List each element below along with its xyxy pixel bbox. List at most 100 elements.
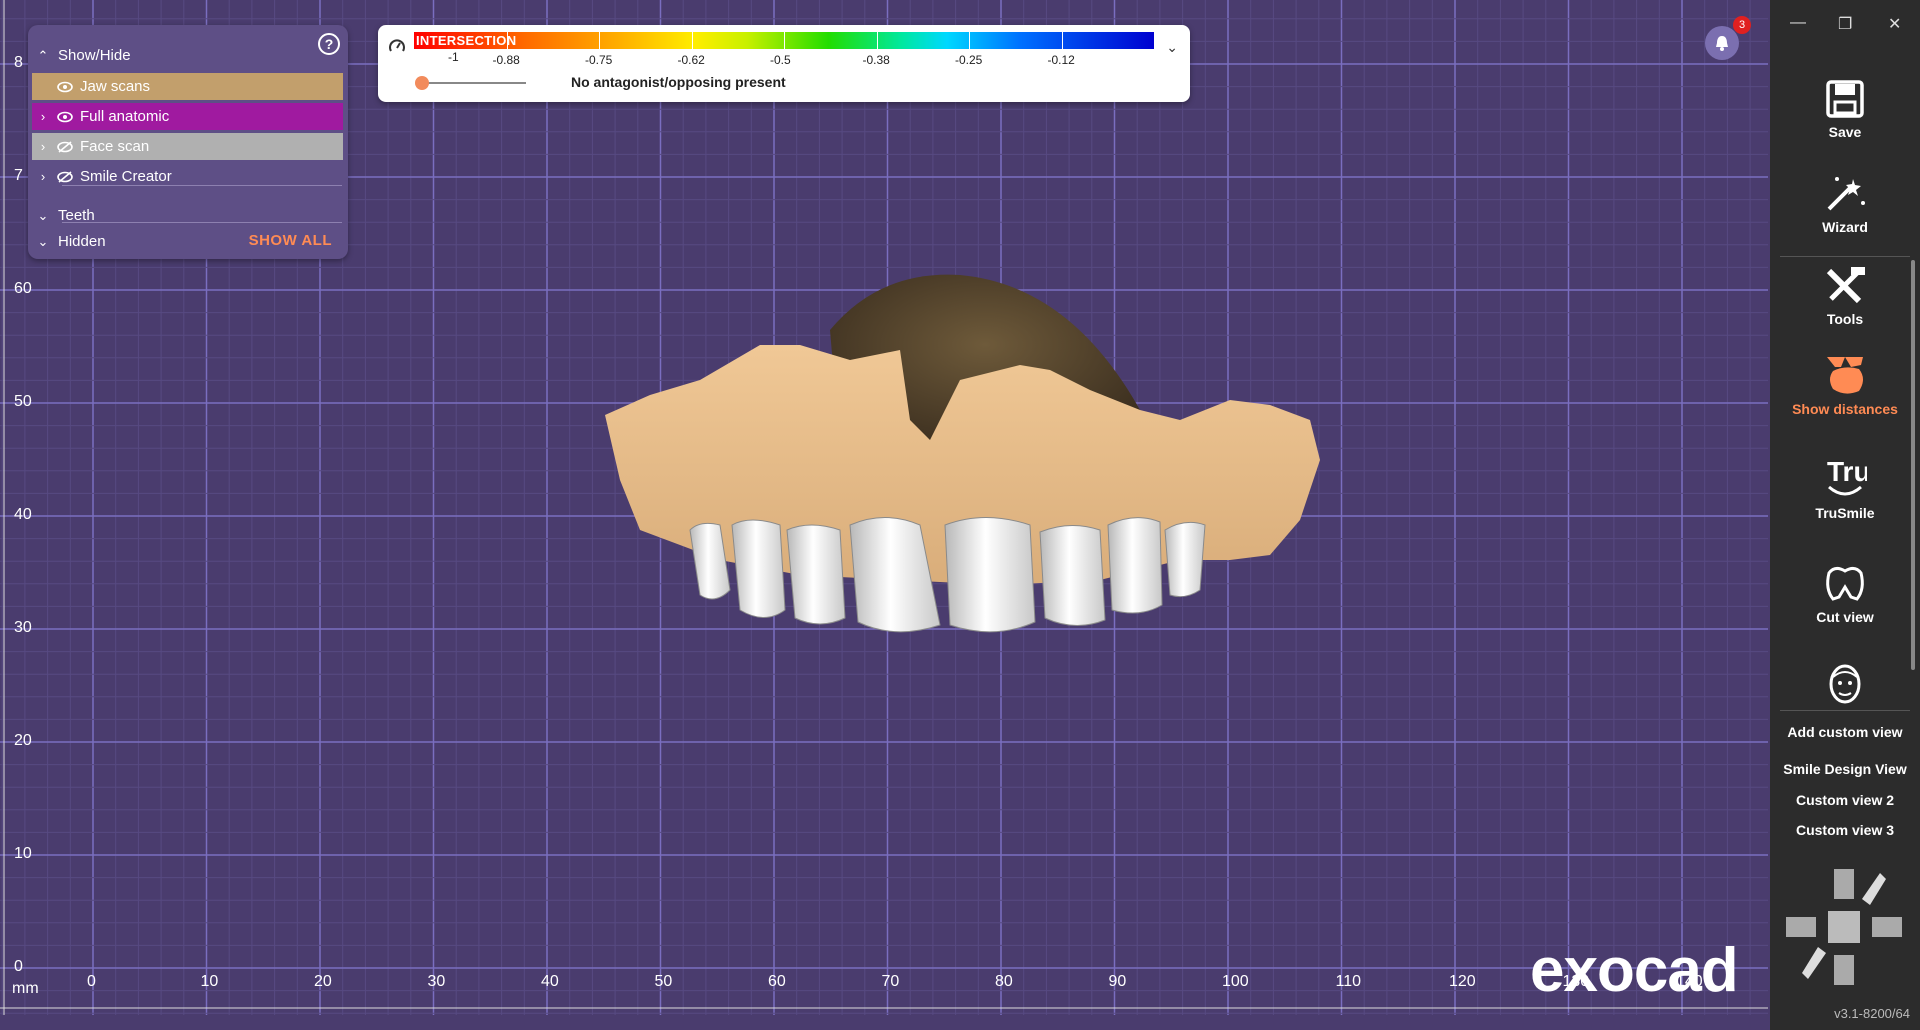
chevron-right-icon[interactable]: › [32, 139, 54, 154]
show-distances-button[interactable]: Show distances [1770, 355, 1920, 417]
layer-full-anatomic[interactable]: › Full anatomic [32, 103, 343, 130]
x-tick-label: 100 [1222, 973, 1249, 990]
layer-jaw-scans[interactable]: Jaw scans [32, 73, 343, 100]
exocad-logo: exocad [1530, 936, 1739, 1005]
scale-tick-label: -0.12 [1047, 53, 1075, 67]
chevron-down-icon[interactable]: ⌄ [1166, 39, 1178, 56]
right-sidebar: — ❐ ✕ Save Wizard Tools Show distances T… [1770, 0, 1920, 1030]
chevron-right-icon[interactable]: › [32, 109, 54, 124]
restore-icon[interactable]: ❐ [1838, 14, 1852, 34]
color-scale-bar [414, 32, 1154, 49]
x-tick-label: 30 [427, 973, 446, 990]
show-all-button[interactable]: SHOW ALL [249, 232, 332, 249]
scale-tick [876, 32, 878, 49]
x-tick-label: 0 [87, 973, 96, 990]
x-tick-label: 20 [314, 973, 332, 990]
notifications-button[interactable] [1705, 26, 1739, 60]
view-front-icon[interactable] [1828, 911, 1860, 943]
add-custom-view-button[interactable] [1770, 663, 1920, 711]
tool-label: Tools [1826, 311, 1864, 327]
show-distances-icon [1827, 357, 1863, 394]
y-tick-label: 8 [14, 54, 23, 71]
layer-face-scan[interactable]: › Face scan [32, 133, 343, 160]
y-tick-label: 0 [14, 958, 23, 975]
gauge-icon[interactable] [388, 38, 406, 61]
notification-badge: 3 [1733, 16, 1751, 34]
cut-view-icon [1826, 566, 1864, 601]
scale-tick-label: -0.5 [770, 53, 791, 67]
scale-tick-label: -0.25 [955, 53, 983, 67]
view-custom-2[interactable]: Custom view 2 [1770, 792, 1920, 808]
wizard-icon [1827, 177, 1865, 211]
eye-off-icon[interactable] [54, 140, 76, 153]
threshold-slider-track[interactable] [423, 82, 526, 84]
eye-icon[interactable] [54, 81, 76, 93]
trusmile-button[interactable]: Tru TruSmile [1770, 457, 1920, 521]
view-left-icon[interactable] [1786, 917, 1816, 937]
view-custom-3[interactable]: Custom view 3 [1770, 822, 1920, 838]
tool-label: Cut view [1816, 609, 1874, 625]
y-tick-label: 40 [14, 506, 32, 523]
scale-tick [1061, 32, 1063, 49]
divider [62, 222, 342, 223]
x-tick-label: 120 [1449, 973, 1476, 990]
close-icon[interactable]: ✕ [1888, 14, 1901, 34]
view-corner-icon[interactable] [1862, 873, 1886, 905]
show-hide-header[interactable]: ⌃ Show/Hide [32, 42, 343, 69]
layer-label: Face scan [80, 138, 150, 155]
x-tick-label: 90 [1108, 973, 1127, 990]
divider [62, 185, 342, 186]
cut-view-button[interactable]: Cut view [1770, 563, 1920, 625]
intersection-label: INTERSECTION [416, 33, 517, 48]
chevron-down-icon: ⌄ [37, 233, 49, 249]
version-label: v3.1-8200/64 [1834, 1006, 1910, 1021]
eye-icon[interactable] [54, 111, 76, 123]
y-tick-label: 50 [14, 393, 32, 410]
x-tick-label: 50 [654, 973, 673, 990]
show-hide-panel: ⌃ Show/Hide ? Jaw scans › Full anatomic … [28, 25, 348, 259]
bottom-strip [0, 1015, 1920, 1030]
unit-label: mm [12, 980, 39, 997]
sidebar-scrollbar[interactable] [1911, 260, 1915, 670]
y-tick-label: 20 [14, 732, 32, 749]
view-smile-design[interactable]: Smile Design View [1770, 761, 1920, 777]
save-icon [1826, 80, 1864, 118]
y-tick-label: 30 [14, 619, 32, 636]
tool-label: Wizard [1822, 219, 1868, 235]
tool-label: TruSmile [1815, 505, 1875, 521]
x-tick-label: 70 [881, 973, 900, 990]
view-corner-icon[interactable] [1802, 947, 1826, 979]
view-orientation-cube[interactable] [1782, 865, 1907, 990]
tool-label: Show distances [1792, 401, 1898, 417]
x-tick-label: 40 [541, 973, 559, 990]
save-button[interactable]: Save [1770, 80, 1920, 140]
view-bottom-icon[interactable] [1834, 955, 1854, 985]
wizard-button[interactable]: Wizard [1770, 173, 1920, 235]
face-icon [1829, 664, 1861, 704]
minimize-icon[interactable]: — [1790, 14, 1806, 32]
scale-tick-label: -1 [448, 50, 459, 64]
tools-icon [1826, 267, 1865, 304]
threshold-slider-handle[interactable] [415, 76, 429, 90]
svg-text:Tru: Tru [1827, 457, 1867, 487]
window-controls: — ❐ ✕ [1770, 0, 1920, 50]
show-hide-title: Show/Hide [58, 47, 131, 64]
scale-tick-label: -0.88 [492, 53, 520, 67]
chevron-up-icon: ⌃ [37, 47, 49, 63]
teeth-row [689, 517, 1206, 633]
y-tick-label: 10 [14, 845, 32, 862]
x-tick-label: 110 [1335, 973, 1362, 990]
eye-off-icon[interactable] [54, 170, 76, 183]
view-right-icon[interactable] [1872, 917, 1902, 937]
y-tick-label: 60 [14, 280, 32, 297]
chevron-down-icon: ⌄ [37, 207, 49, 223]
chevron-right-icon[interactable]: › [32, 169, 54, 184]
view-top-icon[interactable] [1834, 869, 1854, 899]
teeth-section-header[interactable]: ⌄ Teeth [32, 202, 343, 229]
tools-button[interactable]: Tools [1770, 265, 1920, 327]
scale-tick [691, 32, 693, 49]
scale-tick [599, 32, 600, 49]
y-tick-label: 7 [14, 167, 23, 184]
add-custom-view-label[interactable]: Add custom view [1770, 724, 1920, 740]
help-icon[interactable]: ? [318, 33, 340, 55]
